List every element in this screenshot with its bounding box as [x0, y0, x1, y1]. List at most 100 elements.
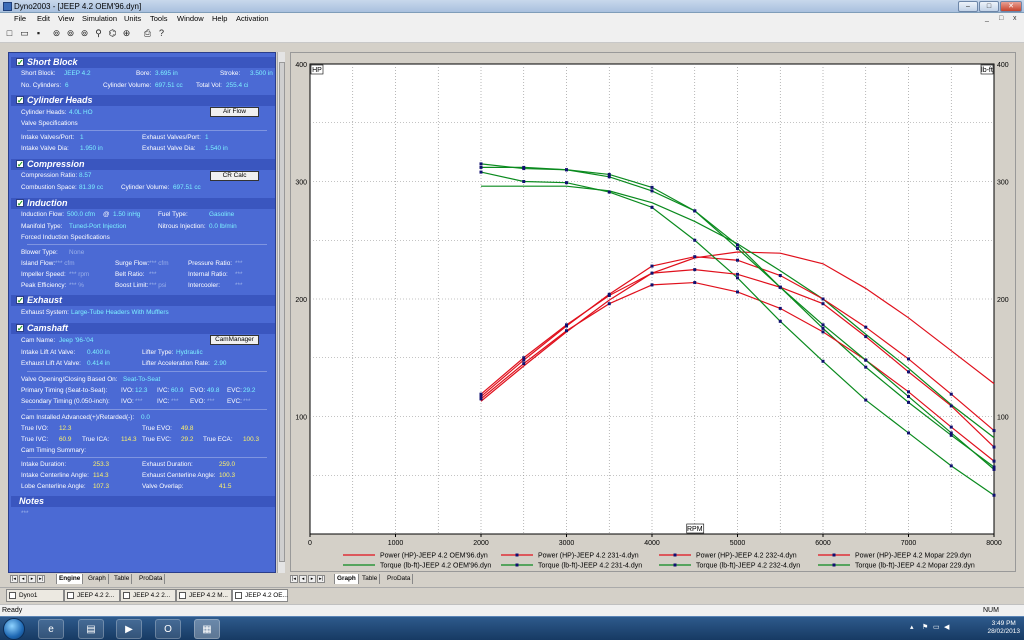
section-header-short-block[interactable]: ✓ Short Block	[11, 57, 275, 68]
pump-icon[interactable]: ⌬	[107, 28, 118, 39]
section-header-camshaft[interactable]: ✓ Camshaft	[11, 323, 275, 334]
new-icon[interactable]: □	[4, 28, 15, 39]
checkbox-induction[interactable]: ✓	[16, 199, 24, 208]
short-block-value[interactable]: JEEP 4.2	[64, 70, 91, 78]
print-icon[interactable]: ⎙	[142, 28, 153, 39]
network-icon[interactable]: ▭	[933, 624, 940, 632]
mdi-minimize-button[interactable]: _	[985, 14, 989, 24]
exhaust-valves-value[interactable]: 1	[205, 134, 209, 142]
cylinder-heads-value[interactable]: 4.0L HO	[69, 109, 93, 117]
prev-tab-icon[interactable]: ◂	[299, 575, 307, 583]
first-tab-icon[interactable]: |◂	[10, 575, 18, 583]
tab-table[interactable]: Table	[360, 574, 381, 584]
checkbox-camshaft[interactable]: ✓	[16, 324, 24, 333]
menu-edit[interactable]: Edit	[37, 14, 50, 24]
engine4-icon[interactable]: ⚲	[93, 28, 104, 39]
tab-prodata[interactable]: ProData	[137, 574, 166, 584]
save-icon[interactable]: ▪	[33, 28, 44, 39]
blower-type-value[interactable]: None	[69, 249, 84, 257]
menu-window[interactable]: Window	[177, 14, 204, 24]
air-flow-button[interactable]: Air Flow	[210, 107, 259, 117]
lifter-type-value[interactable]: Hydraulic	[176, 349, 203, 357]
fuel-type-value[interactable]: Gasoline	[209, 211, 234, 219]
menu-file[interactable]: File	[14, 14, 26, 24]
checkbox-short-block[interactable]: ✓	[16, 58, 24, 67]
combustion-space-value[interactable]: 81.39 cc	[79, 184, 103, 192]
compression-ratio-value[interactable]: 8.57	[79, 172, 91, 180]
scrollbar-thumb[interactable]	[279, 62, 285, 562]
volume-icon[interactable]: ◀	[944, 624, 949, 632]
tab-table[interactable]: Table	[112, 574, 133, 584]
nitrous-value[interactable]: 0.0 lb/min	[209, 223, 237, 231]
ie-icon[interactable]: e	[38, 619, 64, 639]
mdi-restore-button[interactable]: □	[999, 14, 1003, 24]
checkbox-cylinder-heads[interactable]: ✓	[16, 96, 24, 105]
start-button[interactable]	[3, 618, 25, 640]
folder-icon[interactable]: ▤	[78, 619, 104, 639]
dyno-icon[interactable]: ▦	[194, 619, 220, 639]
mdi-window-tab[interactable]: JEEP 4.2 2...	[120, 589, 176, 602]
section-header-exhaust[interactable]: ✓ Exhaust	[11, 295, 275, 306]
next-tab-icon[interactable]: ▸	[308, 575, 316, 583]
manifold-type-value[interactable]: Tuned-Port Injection	[69, 223, 126, 231]
mdi-window-tab[interactable]: JEEP 4.2 2...	[64, 589, 120, 602]
cr-calc-button[interactable]: CR Calc	[210, 171, 259, 181]
engine-icon[interactable]: ⊚	[51, 28, 62, 39]
media-icon[interactable]: ▶	[116, 619, 142, 639]
help-icon[interactable]: ?	[156, 28, 167, 39]
power-torque-chart[interactable]: 0 1000 2000 3000 4000 5000 6000 7000 8000 100 100 2…	[291, 53, 1017, 573]
prev-tab-icon[interactable]: ◂	[19, 575, 27, 583]
menu-tools[interactable]: Tools	[150, 14, 168, 24]
stroke-value[interactable]: 3.500 in	[250, 70, 273, 78]
flag-icon[interactable]: ⚑	[922, 624, 928, 632]
primary-evc-value[interactable]: 29.2	[243, 387, 255, 395]
engine3-icon[interactable]: ⊚	[79, 28, 90, 39]
cam-icon[interactable]: ⊕	[121, 28, 132, 39]
section-header-compression[interactable]: ✓ Compression	[11, 159, 275, 170]
open-icon[interactable]: ▭	[19, 28, 30, 39]
intake-valve-dia-value[interactable]: 1.950 in	[80, 145, 103, 153]
menu-view[interactable]: View	[58, 14, 74, 24]
mdi-window-tab[interactable]: JEEP 4.2 OE...	[232, 589, 288, 602]
mdi-close-button[interactable]: x	[1013, 14, 1017, 24]
cylinders-value[interactable]: 6	[65, 82, 69, 90]
app-icon[interactable]	[3, 2, 12, 11]
notes-value[interactable]: ***	[21, 510, 28, 518]
engine2-icon[interactable]: ⊚	[65, 28, 76, 39]
last-tab-icon[interactable]: ▸|	[37, 575, 45, 583]
tab-graph[interactable]: Graph	[334, 574, 359, 584]
last-tab-icon[interactable]: ▸|	[317, 575, 325, 583]
intake-valves-value[interactable]: 1	[80, 134, 84, 142]
show-hidden-icon[interactable]: ▴	[910, 624, 914, 632]
minimize-button[interactable]: –	[958, 1, 978, 12]
section-header-notes[interactable]: Notes	[11, 496, 275, 507]
induction-flow-value[interactable]: 500.0 cfm	[67, 211, 95, 219]
menu-simulation[interactable]: Simulation	[82, 14, 117, 24]
office-icon[interactable]: O	[155, 619, 181, 639]
checkbox-exhaust[interactable]: ✓	[16, 296, 24, 305]
mdi-window-tab[interactable]: Dyno1	[6, 589, 64, 602]
next-tab-icon[interactable]: ▸	[28, 575, 36, 583]
mdi-window-tab[interactable]: JEEP 4.2 M...	[176, 589, 232, 602]
exhaust-lift-value[interactable]: 0.414 in	[87, 360, 110, 368]
valve-basis-value[interactable]: Seat-To-Seat	[123, 376, 160, 384]
intake-lift-value[interactable]: 0.400 in	[87, 349, 110, 357]
menu-help[interactable]: Help	[212, 14, 227, 24]
primary-ivo-value[interactable]: 12.3	[135, 387, 147, 395]
close-button[interactable]: ✕	[1000, 1, 1022, 12]
menu-units[interactable]: Units	[124, 14, 141, 24]
exhaust-valve-dia-value[interactable]: 1.540 in	[205, 145, 228, 153]
cam-name-value[interactable]: Jeep '96-'04	[59, 337, 93, 345]
menu-activation[interactable]: Activation	[236, 14, 269, 24]
checkbox-compression[interactable]: ✓	[16, 160, 24, 169]
exhaust-system-value[interactable]: Large-Tube Headers With Mufflers	[71, 309, 169, 317]
primary-ivc-value[interactable]: 60.9	[171, 387, 183, 395]
tab-prodata[interactable]: ProData	[385, 574, 414, 584]
tab-graph[interactable]: Graph	[86, 574, 109, 584]
first-tab-icon[interactable]: |◂	[290, 575, 298, 583]
bore-value[interactable]: 3.695 in	[155, 70, 178, 78]
section-header-cylinder-heads[interactable]: ✓ Cylinder Heads	[11, 95, 275, 106]
clock[interactable]: 3:49 PM 28/02/2013	[987, 620, 1020, 636]
section-header-induction[interactable]: ✓ Induction	[11, 198, 275, 209]
tab-engine[interactable]: Engine	[56, 574, 84, 584]
